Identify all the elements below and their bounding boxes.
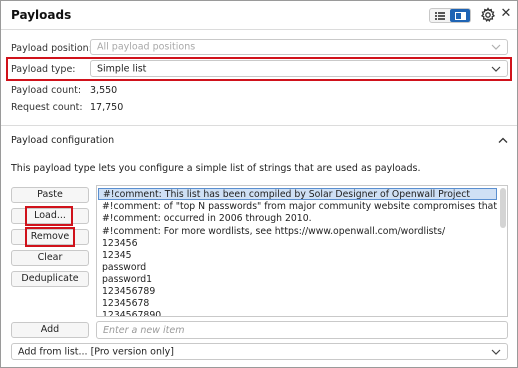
add-from-list-select[interactable]: Add from list... [Pro version only] — [11, 343, 508, 360]
new-item-input[interactable] — [96, 321, 508, 339]
list-item[interactable]: #!comment: occurred in 2006 through 2010… — [102, 213, 312, 225]
view-toggle[interactable] — [429, 8, 471, 23]
panel-icon — [454, 11, 466, 20]
request-count-value: 17,750 — [90, 102, 124, 113]
list-icon — [435, 11, 445, 20]
list-item[interactable]: password — [102, 262, 146, 274]
payload-list[interactable]: #!comment: This list has been compiled b… — [96, 185, 508, 317]
scrollbar-thumb[interactable] — [500, 188, 506, 228]
chevron-down-icon — [491, 66, 501, 72]
chevron-up-icon[interactable] — [498, 137, 508, 144]
list-item[interactable]: #!comment: of "top N passwords" from maj… — [102, 201, 497, 213]
gear-icon[interactable] — [480, 7, 496, 23]
payload-type-select[interactable]: Simple list — [90, 60, 508, 77]
list-view-button[interactable] — [430, 9, 450, 22]
divider — [1, 125, 517, 126]
payload-type-label: Payload type: — [11, 64, 76, 75]
list-item[interactable]: 12345 — [102, 250, 132, 262]
payload-type-value: Simple list — [97, 63, 147, 74]
list-item[interactable]: 12345678 — [102, 298, 149, 310]
add-button[interactable]: Add — [11, 322, 89, 338]
panel-title: Payloads — [11, 8, 72, 22]
close-icon[interactable]: ✕ — [498, 6, 514, 22]
panel-view-button[interactable] — [450, 9, 470, 22]
section-title: Payload configuration — [11, 135, 115, 146]
paste-button[interactable]: Paste — [11, 187, 89, 203]
section-description: This payload type lets you configure a s… — [11, 163, 421, 174]
payload-count-label: Payload count: — [11, 85, 82, 96]
deduplicate-button[interactable]: Deduplicate — [11, 271, 89, 287]
payload-position-label: Payload position: — [11, 43, 92, 54]
list-item[interactable]: 123456789 — [102, 286, 155, 298]
list-item[interactable]: password1 — [102, 274, 152, 286]
add-from-list-value: Add from list... [Pro version only] — [18, 346, 174, 357]
payload-position-select[interactable]: All payload positions — [90, 39, 508, 55]
chevron-down-icon — [491, 44, 501, 50]
list-item[interactable]: 123456 — [102, 238, 138, 250]
load-button[interactable]: Load... — [11, 208, 89, 224]
list-item[interactable]: 1234567890 — [102, 310, 161, 316]
remove-button[interactable]: Remove — [11, 229, 89, 245]
list-item[interactable]: #!comment: This list has been compiled b… — [98, 188, 497, 200]
new-item-field[interactable] — [96, 321, 508, 339]
payload-count-value: 3,550 — [90, 85, 118, 96]
chevron-down-icon — [491, 349, 501, 355]
request-count-label: Request count: — [11, 102, 83, 113]
payloads-panel: Payloads ✕ Payload position: All payload… — [0, 0, 518, 368]
divider — [1, 29, 517, 30]
list-item[interactable]: #!comment: For more wordlists, see https… — [102, 226, 445, 238]
clear-button[interactable]: Clear — [11, 250, 89, 266]
payload-position-value: All payload positions — [97, 41, 196, 53]
